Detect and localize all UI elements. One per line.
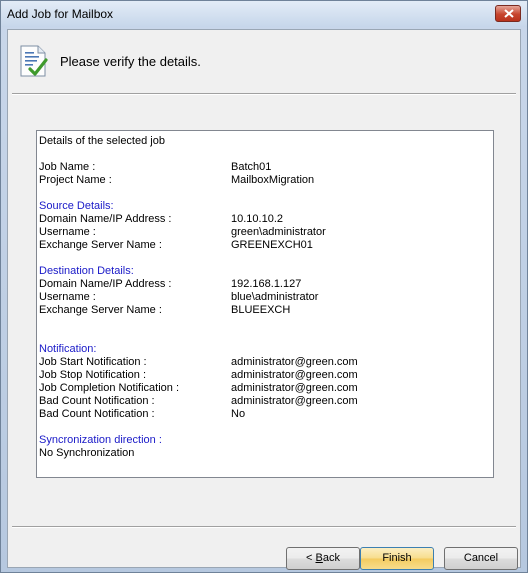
destination-username-value: blue\administrator bbox=[231, 291, 319, 303]
destination-username-label: Username : bbox=[39, 291, 96, 303]
close-icon bbox=[504, 9, 514, 18]
job-start-notification-value: administrator@green.com bbox=[231, 356, 358, 368]
cancel-button[interactable]: Cancel bbox=[444, 547, 518, 570]
destination-server-value: BLUEEXCH bbox=[231, 304, 291, 316]
source-username-value: green\administrator bbox=[231, 226, 326, 238]
job-completion-notification-label: Job Completion Notification : bbox=[39, 382, 180, 394]
sync-direction-value: No Synchronization bbox=[39, 447, 135, 459]
bad-count-notification-value-2: No bbox=[231, 408, 246, 420]
destination-domain-value: 192.168.1.127 bbox=[231, 278, 302, 290]
job-name-value: Batch01 bbox=[231, 161, 272, 173]
details-heading: Details of the selected job bbox=[39, 135, 165, 147]
notification-heading: Notification: bbox=[39, 343, 97, 355]
header-band: Please verify the details. bbox=[8, 30, 520, 92]
job-details-panel[interactable]: Details of the selected job Job Name : B… bbox=[36, 130, 494, 478]
source-domain-value: 10.10.10.2 bbox=[231, 213, 283, 225]
dialog-body: Please verify the details. Details of th… bbox=[7, 29, 521, 570]
job-name-label: Job Name : bbox=[39, 161, 96, 173]
source-domain-label: Domain Name/IP Address : bbox=[39, 213, 172, 225]
header-divider bbox=[12, 93, 516, 95]
window-title: Add Job for Mailbox bbox=[7, 7, 114, 21]
document-check-icon bbox=[20, 45, 48, 77]
bad-count-notification-label-2: Bad Count Notification : bbox=[39, 408, 155, 420]
finish-button[interactable]: Finish bbox=[360, 547, 434, 570]
footer-divider bbox=[12, 526, 516, 528]
title-bar[interactable]: Add Job for Mailbox bbox=[1, 1, 527, 27]
source-server-value: GREENEXCH01 bbox=[231, 239, 313, 251]
job-completion-notification-value: administrator@green.com bbox=[231, 382, 358, 394]
destination-details-heading: Destination Details: bbox=[39, 265, 134, 277]
project-name-value: MailboxMigration bbox=[231, 174, 315, 186]
source-username-label: Username : bbox=[39, 226, 96, 238]
back-button[interactable]: < Back bbox=[286, 547, 360, 570]
source-details-heading: Source Details: bbox=[39, 200, 114, 212]
job-start-notification-label: Job Start Notification : bbox=[39, 356, 147, 368]
project-name-label: Project Name : bbox=[39, 174, 112, 186]
bad-count-notification-label: Bad Count Notification : bbox=[39, 395, 155, 407]
header-instruction: Please verify the details. bbox=[60, 54, 201, 69]
job-stop-notification-label: Job Stop Notification : bbox=[39, 369, 147, 381]
close-button[interactable] bbox=[495, 5, 521, 22]
destination-server-label: Exchange Server Name : bbox=[39, 304, 162, 316]
source-server-label: Exchange Server Name : bbox=[39, 239, 162, 251]
destination-domain-label: Domain Name/IP Address : bbox=[39, 278, 172, 290]
back-button-rest: ack bbox=[322, 552, 340, 564]
sync-direction-heading: Syncronization direction : bbox=[39, 434, 162, 446]
dialog-window: Add Job for Mailbox Please verify the de… bbox=[0, 0, 528, 573]
back-button-mnemonic: B bbox=[315, 552, 323, 564]
bad-count-notification-value: administrator@green.com bbox=[231, 395, 358, 407]
back-button-prefix: < bbox=[306, 552, 316, 564]
job-stop-notification-value: administrator@green.com bbox=[231, 369, 358, 381]
